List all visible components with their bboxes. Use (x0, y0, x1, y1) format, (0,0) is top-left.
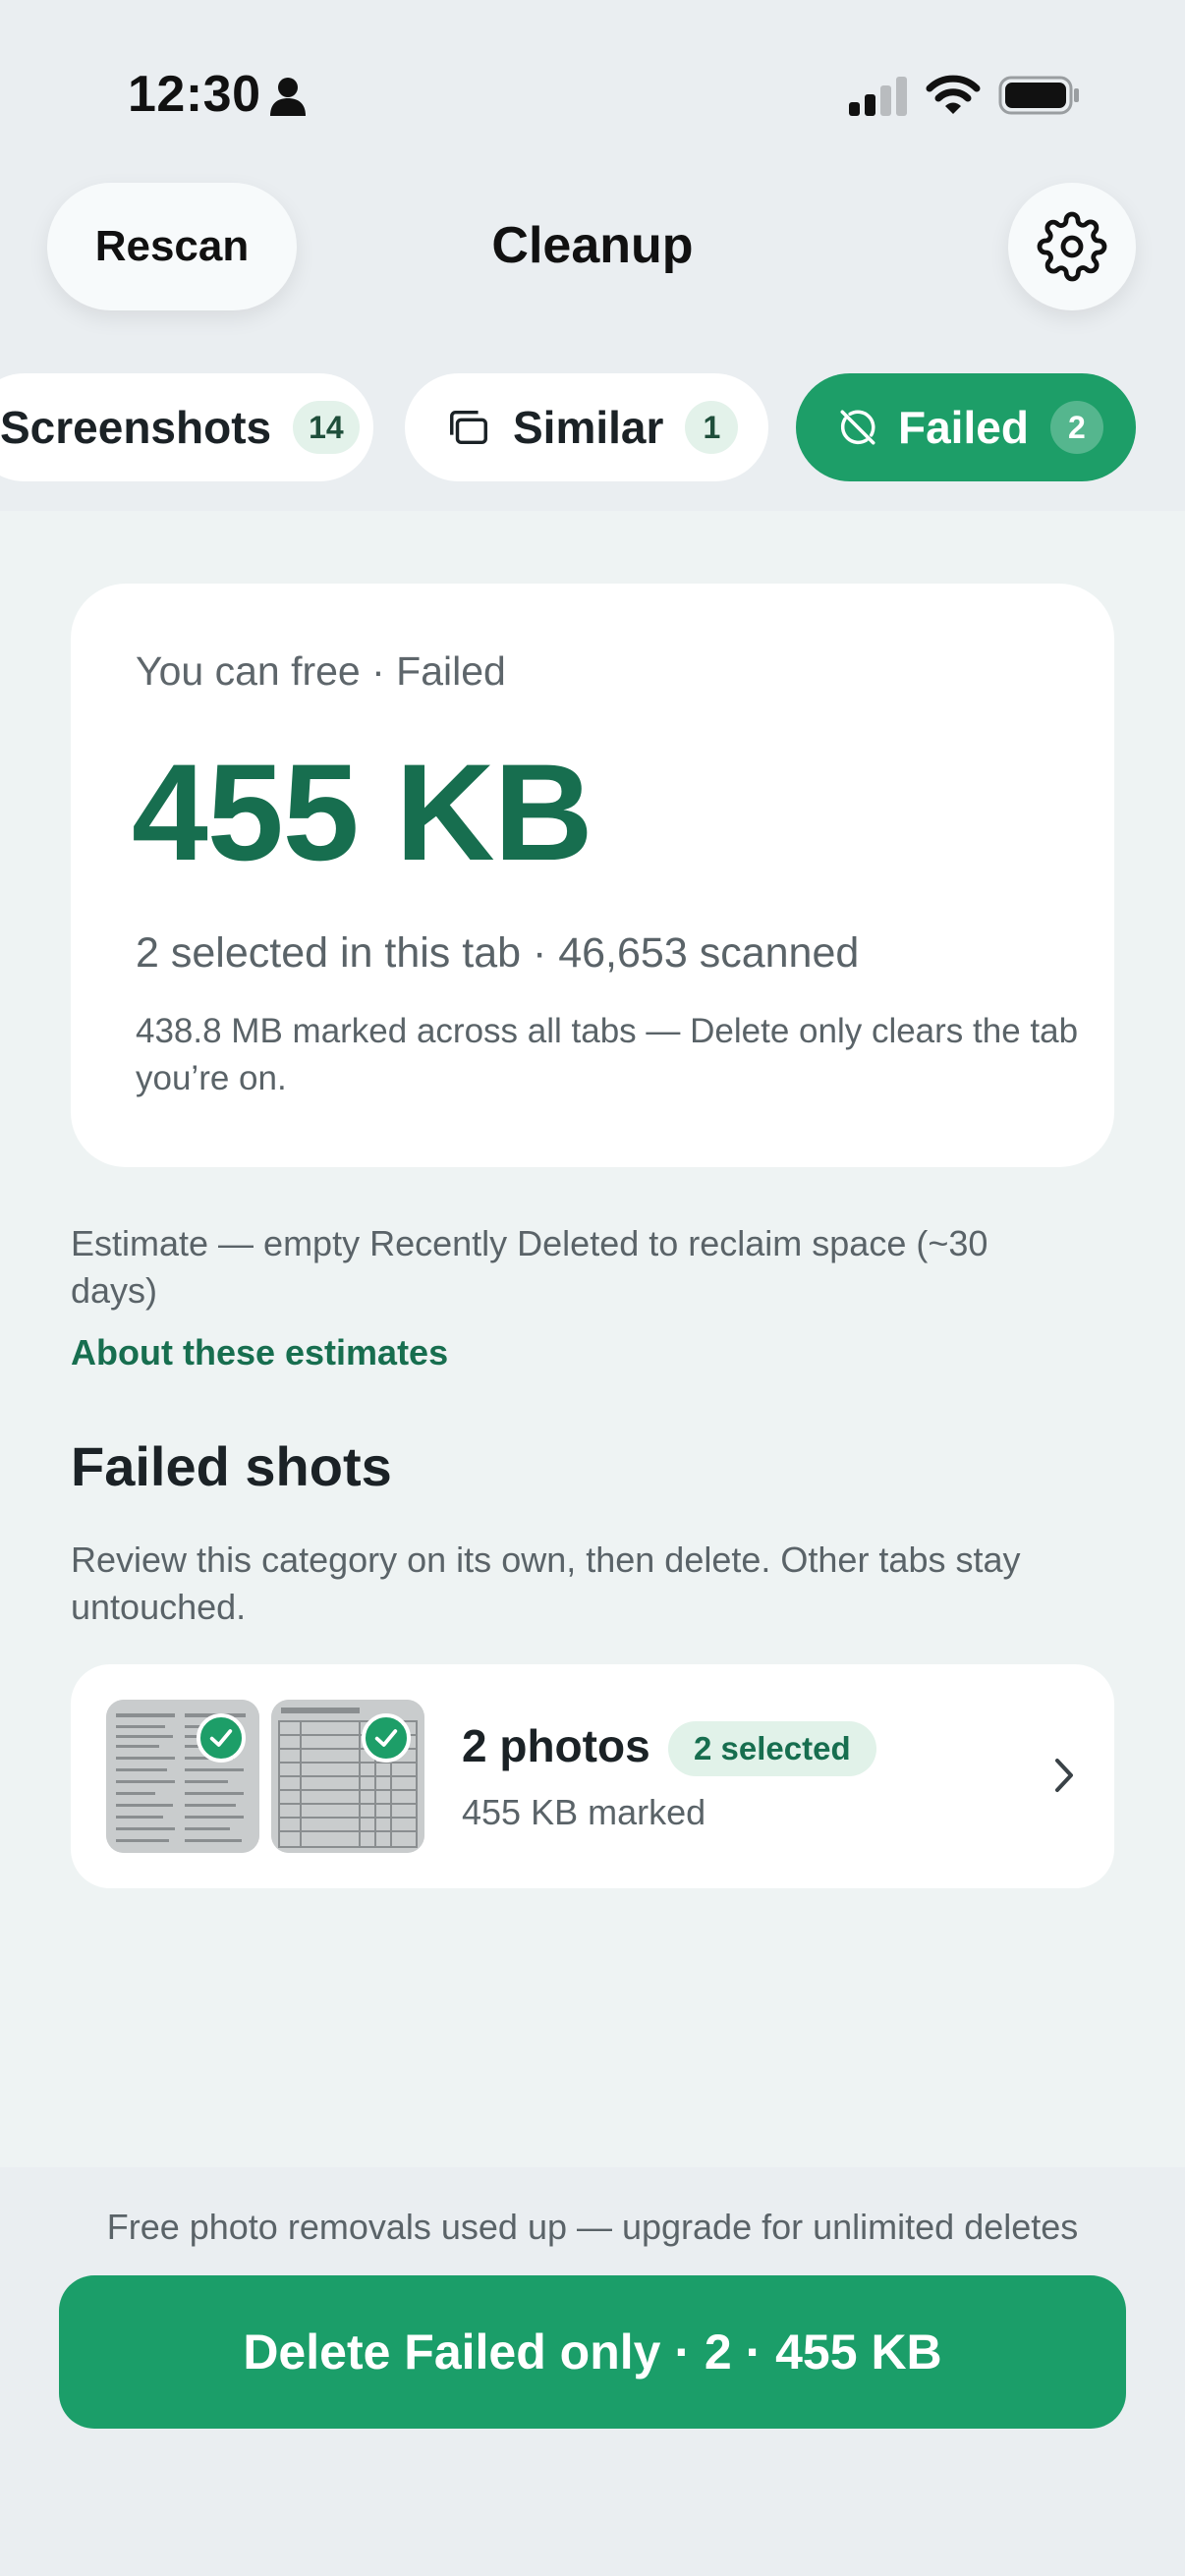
tab-count-badge: 2 (1049, 401, 1103, 454)
estimate-note: Estimate — empty Recently Deleted to rec… (71, 1223, 988, 1311)
checkmark-icon (374, 1729, 398, 1747)
tab-count-badge: 14 (293, 401, 360, 454)
tab-count-badge: 1 (685, 401, 739, 454)
checkmark-icon (209, 1729, 233, 1747)
tab-similar[interactable]: Similar 1 (405, 373, 768, 481)
battery-icon (998, 76, 1079, 115)
bottom-bar: Free photo removals used up — upgrade fo… (0, 2167, 1185, 2576)
header-area: 12:30 Rescan Cleanup Screenshots 14 Simi… (0, 0, 1185, 511)
selected-check[interactable] (362, 1713, 411, 1763)
chevron-right-icon (1055, 1759, 1073, 1792)
section-title: Failed shots (71, 1435, 392, 1497)
tab-screenshots[interactable]: Screenshots 14 (0, 373, 373, 481)
photo-thumbnail (271, 1700, 424, 1853)
selected-check[interactable] (197, 1713, 246, 1763)
summary-card: You can free · Failed 455 KB 2 selected … (71, 584, 1114, 1167)
screen: 12:30 Rescan Cleanup Screenshots 14 Simi… (0, 0, 1185, 2576)
selected-badge: 2 selected (668, 1721, 876, 1776)
section-description: Review this category on its own, then de… (71, 1540, 1021, 1627)
group-subtitle: 455 KB marked (462, 1792, 706, 1832)
photo-group-row[interactable]: 2 photos 2 selected 455 KB marked (71, 1664, 1114, 1888)
wifi-icon (926, 75, 981, 114)
selection-summary: 2 selected in this tab · 46,653 scanned (136, 929, 860, 977)
summary-note: 438.8 MB marked across all tabs — Delete… (136, 1012, 1079, 1097)
status-time: 12:30 (128, 66, 261, 123)
summary-label: You can free · Failed (136, 648, 506, 694)
settings-button[interactable] (1008, 183, 1136, 310)
failed-icon (840, 410, 875, 445)
tab-label: Failed (898, 402, 1029, 453)
stack-icon (450, 410, 487, 445)
group-title: 2 photos (462, 1720, 650, 1771)
tab-label: Similar (513, 402, 664, 453)
delete-button[interactable]: Delete Failed only · 2 · 455 KB (59, 2275, 1126, 2429)
freeable-size: 455 KB (132, 735, 593, 889)
tab-failed[interactable]: Failed 2 (796, 373, 1136, 481)
signal-icon (849, 77, 907, 116)
tab-label: Screenshots (0, 402, 272, 453)
about-estimates-link[interactable]: About these estimates (71, 1332, 448, 1373)
photo-thumbnail (106, 1700, 259, 1853)
person-icon (270, 78, 306, 116)
upgrade-note: Free photo removals used up — upgrade fo… (106, 2207, 1079, 2247)
gear-icon (1037, 211, 1107, 282)
